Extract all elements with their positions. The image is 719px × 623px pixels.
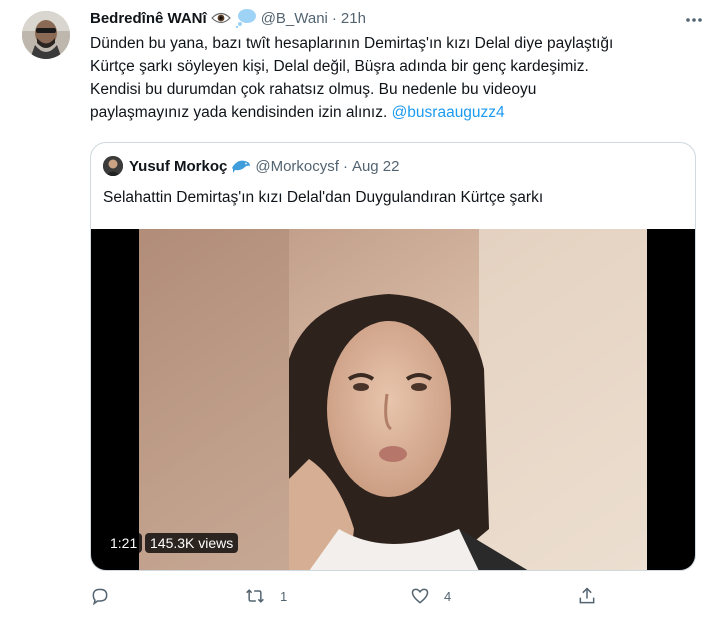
quoted-tweet[interactable]: Yusuf Morkoç @Morkocysf · Aug 22 Selahat… [90,142,696,571]
like-count: 4 [444,588,452,604]
tweet-text-line: Dünden bu yana, bazı twît hesaplarının D… [90,35,614,52]
tweet-text-line-last: paylaşmayınız yada kendisinden izin alın… [90,101,700,124]
quoted-author-handle[interactable]: @Morkocysf [255,158,339,175]
quoted-author-name[interactable]: Yusuf Morkoç [129,158,227,175]
author-avatar-image [22,11,70,59]
tweet-text-line: Kendisi bu durumdan çok rahatsız olmuş. … [90,81,537,98]
separator-dot: · [342,157,348,175]
share-icon [579,587,595,604]
video-thumbnail [139,229,647,570]
tweet-time[interactable]: 21h [341,10,366,27]
more-options-button[interactable] [683,9,705,31]
tweet-header: Bedredînê WANî @B_Wani · 21h [90,7,366,29]
more-dots-icon [686,18,702,22]
quoted-date[interactable]: Aug 22 [352,158,400,175]
eye-icon [210,11,231,25]
reply-icon [92,588,108,606]
tweet-text-line: Kürtçe şarkı söyleyen kişi, Delal değil,… [90,58,589,75]
quoted-author-avatar[interactable] [103,156,123,176]
video-views-badge: 145.3K views [145,533,239,553]
tweet-text-line: paylaşmayınız yada kendisinden izin alın… [90,104,392,121]
tweet-text: Dünden bu yana, bazı twît hesaplarının D… [90,32,700,124]
video-duration-badge: 1:21 [105,533,143,553]
quoted-tweet-text: Selahattin Demirtaş'ın kızı Delal'dan Du… [103,189,544,206]
heart-icon [411,588,429,604]
author-handle[interactable]: @B_Wani [261,10,328,27]
quoted-tweet-header: Yusuf Morkoç @Morkocysf · Aug 22 [103,155,399,177]
retweet-button[interactable]: 1 [244,586,287,606]
dolphin-icon [231,158,251,174]
separator-dot: · [331,9,337,27]
mention-link[interactable]: @busraauguzz4 [392,104,505,121]
share-button[interactable] [577,586,597,606]
like-button[interactable]: 4 [410,586,451,606]
quoted-avatar-image [103,156,123,176]
tweet-action-bar: 1 4 [90,586,610,612]
thought-bubble-icon [235,8,257,28]
video-player[interactable]: 1:21 145.3K views [91,229,695,570]
retweet-count: 1 [280,588,288,604]
video-thumbnail-image [139,229,647,570]
reply-button[interactable] [90,586,124,606]
author-avatar[interactable] [22,11,70,59]
retweet-icon [246,589,264,603]
author-name[interactable]: Bedredînê WANî [90,10,207,27]
